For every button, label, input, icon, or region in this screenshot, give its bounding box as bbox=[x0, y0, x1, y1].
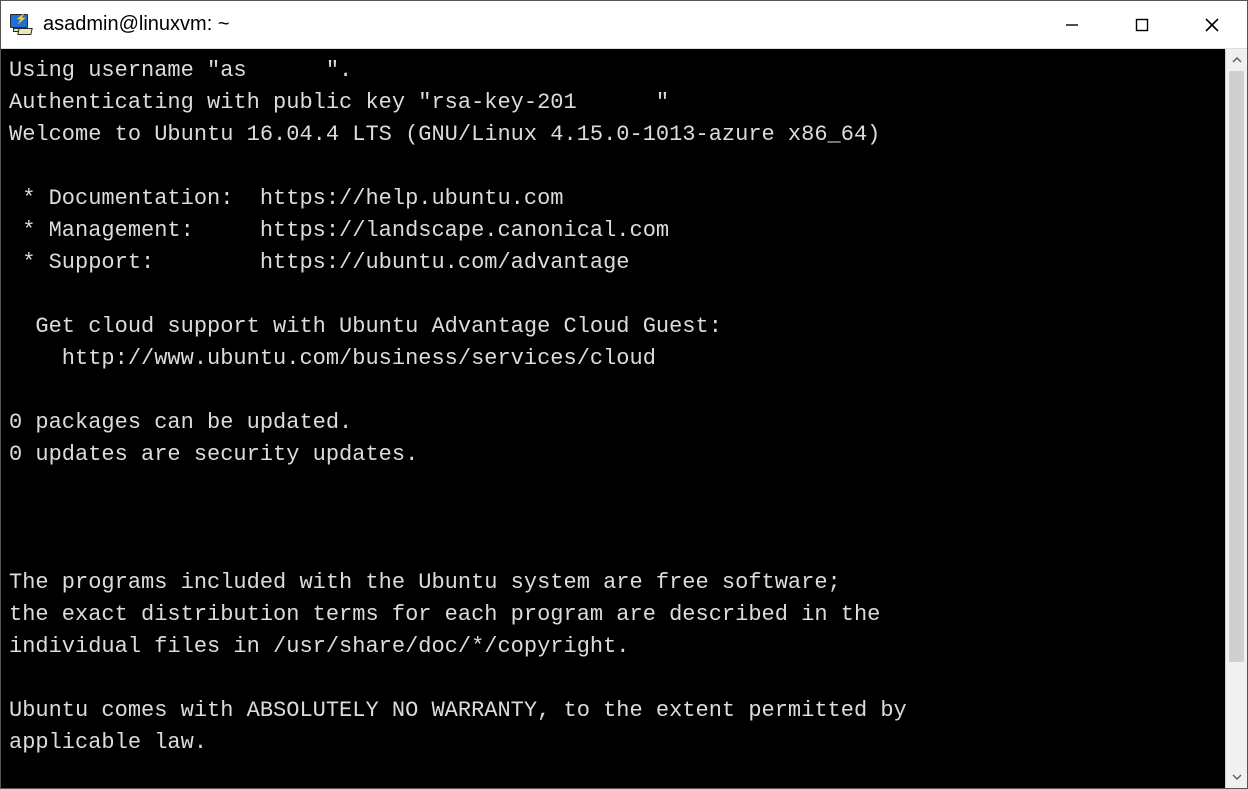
app-window: ⚡ asadmin@linuxvm: ~ Using username "as … bbox=[0, 0, 1248, 789]
titlebar[interactable]: ⚡ asadmin@linuxvm: ~ bbox=[1, 1, 1247, 49]
app-icon-slot: ⚡ bbox=[1, 1, 41, 49]
scrollbar-thumb[interactable] bbox=[1229, 71, 1244, 662]
chevron-up-icon bbox=[1232, 55, 1242, 65]
window-title: asadmin@linuxvm: ~ bbox=[41, 13, 1037, 36]
vertical-scrollbar[interactable] bbox=[1225, 49, 1247, 788]
scroll-down-button[interactable] bbox=[1226, 766, 1247, 788]
window-controls bbox=[1037, 1, 1247, 48]
minimize-icon bbox=[1065, 18, 1079, 32]
close-icon bbox=[1205, 18, 1219, 32]
maximize-icon bbox=[1135, 18, 1149, 32]
minimize-button[interactable] bbox=[1037, 1, 1107, 48]
chevron-down-icon bbox=[1232, 772, 1242, 782]
putty-icon: ⚡ bbox=[10, 14, 32, 36]
terminal-output[interactable]: Using username "as ". Authenticating wit… bbox=[1, 49, 1225, 788]
scrollbar-track[interactable] bbox=[1226, 71, 1247, 766]
scroll-up-button[interactable] bbox=[1226, 49, 1247, 71]
client-area: Using username "as ". Authenticating wit… bbox=[1, 49, 1247, 788]
maximize-button[interactable] bbox=[1107, 1, 1177, 48]
close-button[interactable] bbox=[1177, 1, 1247, 48]
